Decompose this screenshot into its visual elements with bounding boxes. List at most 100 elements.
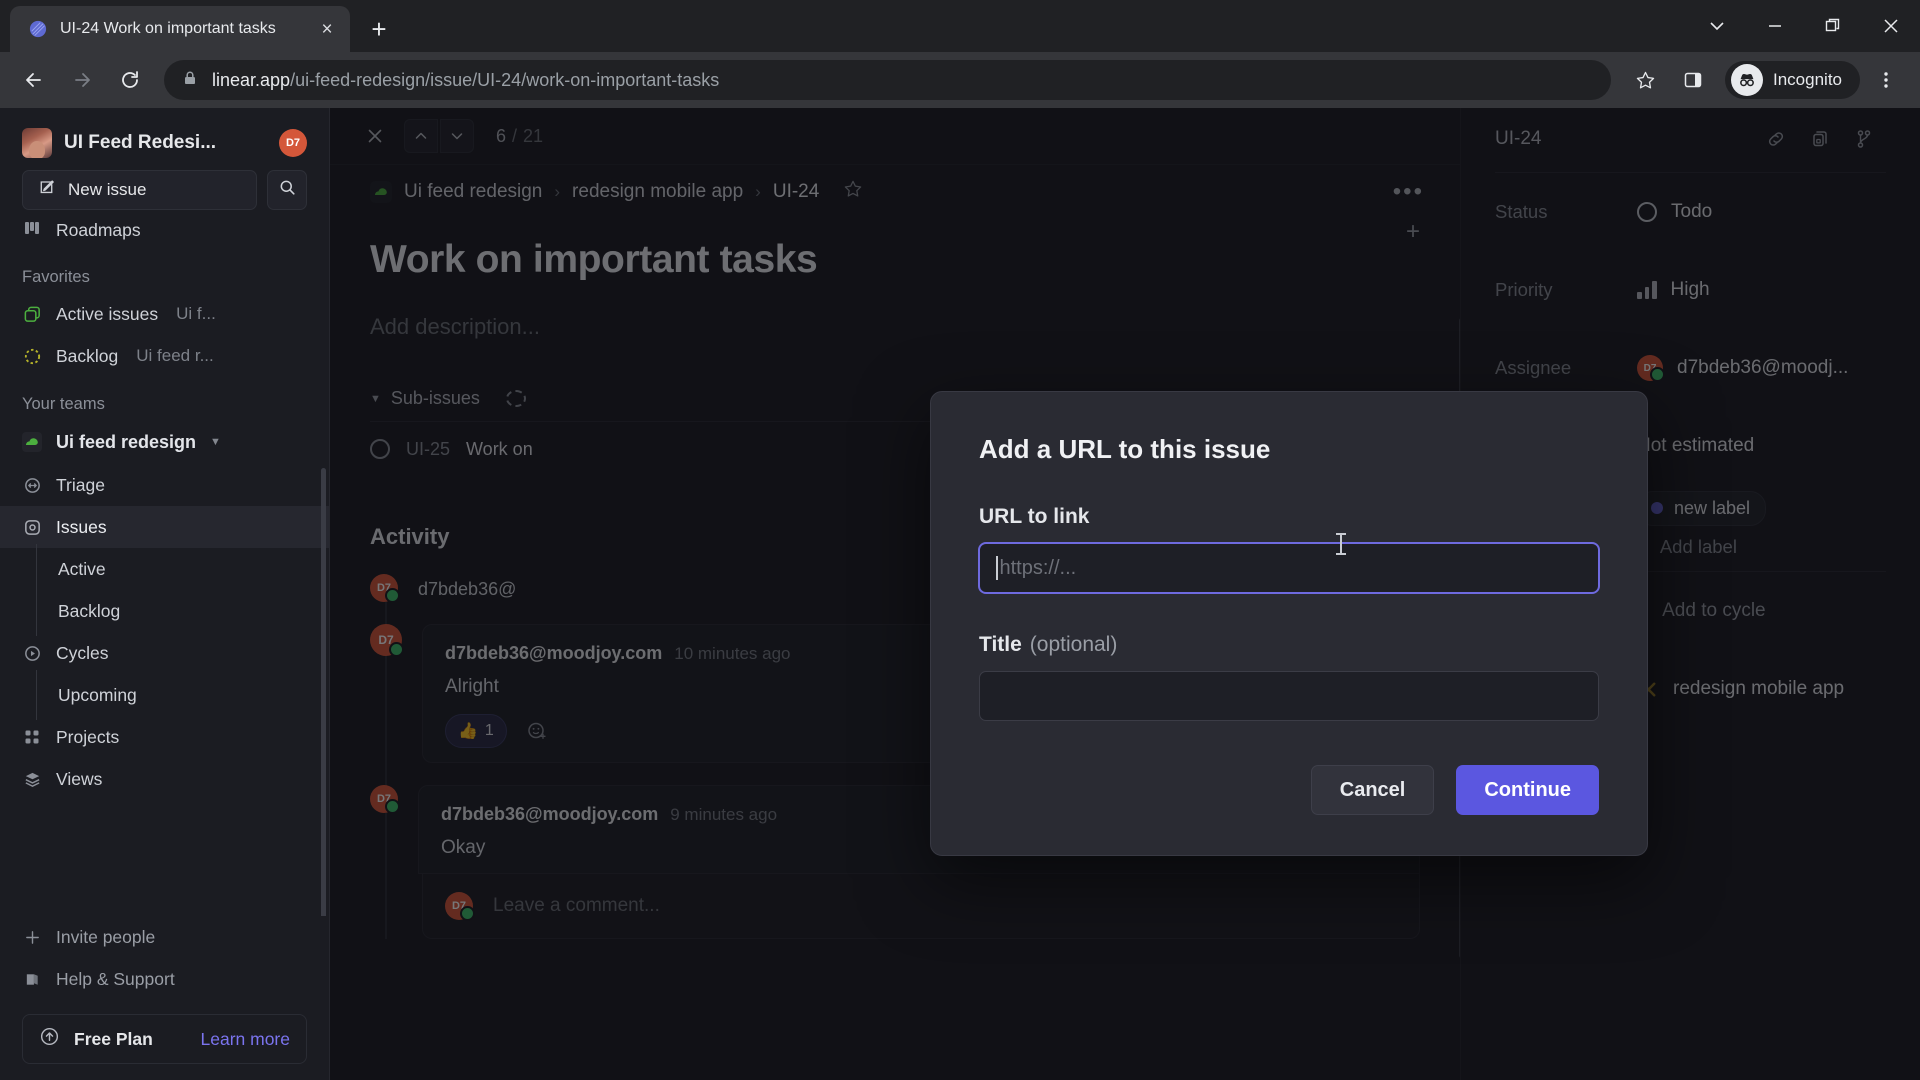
address-bar[interactable]: linear.app/ui-feed-redesign/issue/UI-24/…	[164, 60, 1611, 100]
chrome-menu-icon[interactable]	[1864, 58, 1908, 102]
sidebar-search-button[interactable]	[267, 170, 307, 210]
continue-button[interactable]: Continue	[1456, 765, 1599, 815]
url-text: linear.app/ui-feed-redesign/issue/UI-24/…	[212, 70, 719, 91]
side-panel-icon[interactable]	[1671, 58, 1715, 102]
incognito-label: Incognito	[1773, 70, 1842, 89]
sidebar-label-cycles: Cycles	[56, 642, 109, 663]
cycles-icon	[22, 644, 42, 663]
sidebar-item-active[interactable]: Active	[0, 544, 329, 594]
browser-tab[interactable]: UI-24 Work on important tasks ×	[10, 6, 350, 52]
sidebar-item-triage[interactable]: Triage	[0, 464, 329, 506]
maximize-icon[interactable]	[1804, 0, 1862, 52]
sidebar-item-roadmaps[interactable]: Roadmaps	[0, 220, 329, 250]
book-icon	[22, 971, 42, 988]
teams-header: Your teams	[22, 395, 105, 413]
url-input-placeholder: https://...	[999, 556, 1077, 579]
linear-app: UI Feed Redesi... D7 New issue Roadmaps …	[0, 108, 1920, 1080]
sidebar-item-views[interactable]: Views	[0, 758, 329, 800]
issues-icon	[22, 518, 42, 537]
sidebar-item-backlog[interactable]: Backlog	[0, 586, 329, 636]
help-support-button[interactable]: Help & Support	[22, 958, 307, 1000]
window-close-icon[interactable]	[1862, 0, 1920, 52]
browser-window: UI-24 Work on important tasks × + linear…	[0, 0, 1920, 1080]
cancel-button[interactable]: Cancel	[1310, 765, 1435, 815]
sidebar-item-projects[interactable]: Projects	[0, 716, 329, 758]
lock-icon	[182, 70, 198, 91]
backlog-dashed-circle-icon	[22, 347, 42, 366]
sidebar-label-upcoming: Upcoming	[58, 684, 137, 705]
title-optional-text: (optional)	[1029, 633, 1118, 656]
title-label-text: Title	[979, 633, 1022, 656]
browser-toolbar: linear.app/ui-feed-redesign/issue/UI-24/…	[0, 52, 1920, 108]
help-support-label: Help & Support	[56, 968, 175, 989]
views-icon	[22, 770, 42, 789]
plan-name: Free Plan	[74, 1028, 153, 1049]
reload-icon[interactable]	[108, 58, 152, 102]
main-region: 6/21 Ui feed redesign › redesign mobile …	[330, 108, 1920, 1080]
sidebar-item-upcoming[interactable]: Upcoming	[0, 670, 329, 720]
back-icon[interactable]	[12, 58, 56, 102]
new-issue-label: New issue	[68, 180, 147, 199]
team-name-label: Ui feed redesign	[56, 431, 197, 452]
sidebar-label-backlog: Backlog	[58, 600, 121, 621]
learn-more-link[interactable]: Learn more	[201, 1029, 291, 1050]
close-icon[interactable]: ×	[314, 16, 340, 42]
chevron-down-icon[interactable]: ▼	[210, 436, 221, 448]
url-domain: linear.app	[212, 69, 291, 90]
workspace-header[interactable]: UI Feed Redesi... D7	[0, 108, 329, 170]
new-tab-button[interactable]: +	[360, 10, 398, 48]
user-avatar-badge[interactable]: D7	[279, 129, 307, 157]
search-icon	[278, 178, 297, 202]
modal-title: Add a URL to this issue	[979, 434, 1271, 464]
tab-search-icon[interactable]	[1688, 0, 1746, 52]
modal-actions: Cancel Continue	[979, 765, 1599, 815]
sidebar-team-ui-feed-redesign[interactable]: Ui feed redesign ▼	[0, 420, 329, 464]
left-sidebar: UI Feed Redesi... D7 New issue Roadmaps …	[0, 108, 330, 1080]
bookmark-star-icon[interactable]	[1623, 58, 1667, 102]
team-avatar-icon	[22, 432, 42, 452]
sidebar-label-views: Views	[56, 768, 103, 789]
title-input[interactable]	[979, 671, 1599, 721]
workspace-avatar	[22, 128, 52, 158]
linear-logo-icon	[28, 19, 48, 39]
url-input[interactable]: https://...	[979, 543, 1599, 593]
plan-card[interactable]: Free Plan Learn more	[22, 1014, 307, 1064]
invite-people-label: Invite people	[56, 926, 156, 947]
roadmaps-icon	[22, 220, 42, 238]
window-controls	[1688, 0, 1920, 52]
title-field-label: Title (optional)	[979, 633, 1599, 657]
sidebar-item-backlog-fav[interactable]: Backlog Ui feed r...	[0, 335, 329, 377]
sidebar-scrollbar[interactable]	[321, 468, 326, 916]
toolbar-right: Incognito	[1623, 58, 1908, 102]
new-issue-button[interactable]: New issue	[22, 170, 257, 210]
triage-icon	[22, 476, 42, 495]
minimize-icon[interactable]	[1746, 0, 1804, 52]
favorites-header: Favorites	[22, 268, 90, 286]
text-cursor	[1336, 533, 1346, 555]
sidebar-label-projects: Projects	[56, 726, 120, 747]
incognito-profile-button[interactable]: Incognito	[1725, 61, 1860, 99]
active-issues-icon	[22, 305, 42, 324]
sidebar-label-issues: Issues	[56, 516, 107, 537]
url-field-label: URL to link	[979, 505, 1090, 528]
sidebar-item-issues[interactable]: Issues	[0, 506, 329, 548]
invite-people-button[interactable]: Invite people	[22, 916, 307, 958]
sidebar-item-active-issues[interactable]: Active issues Ui f...	[0, 293, 329, 335]
projects-icon	[22, 728, 42, 746]
sidebar-label-backlog-fav: Backlog	[56, 345, 119, 366]
add-url-modal: Add a URL to this issue URL to link http…	[930, 391, 1648, 856]
workspace-name: UI Feed Redesi...	[64, 132, 217, 153]
sidebar-footer: Invite people Help & Support Free Plan L…	[0, 916, 329, 1080]
sidebar-label-active-issues: Active issues	[56, 303, 159, 324]
url-path: /ui-feed-redesign/issue/UI-24/work-on-im…	[290, 69, 720, 90]
sidebar-label-triage: Triage	[56, 474, 105, 495]
tab-strip: UI-24 Work on important tasks × +	[0, 0, 1920, 52]
sidebar-label-active: Active	[58, 558, 106, 579]
forward-icon[interactable]	[60, 58, 104, 102]
incognito-icon	[1731, 64, 1763, 96]
sidebar-sub-active-issues: Ui f...	[176, 304, 216, 323]
tab-title: UI-24 Work on important tasks	[60, 20, 276, 37]
sidebar-sub-backlog-fav: Ui feed r...	[136, 346, 214, 365]
sidebar-scroll-region: Roadmaps Favorites Active issues Ui f...…	[0, 218, 329, 916]
sidebar-item-cycles[interactable]: Cycles	[0, 632, 329, 674]
